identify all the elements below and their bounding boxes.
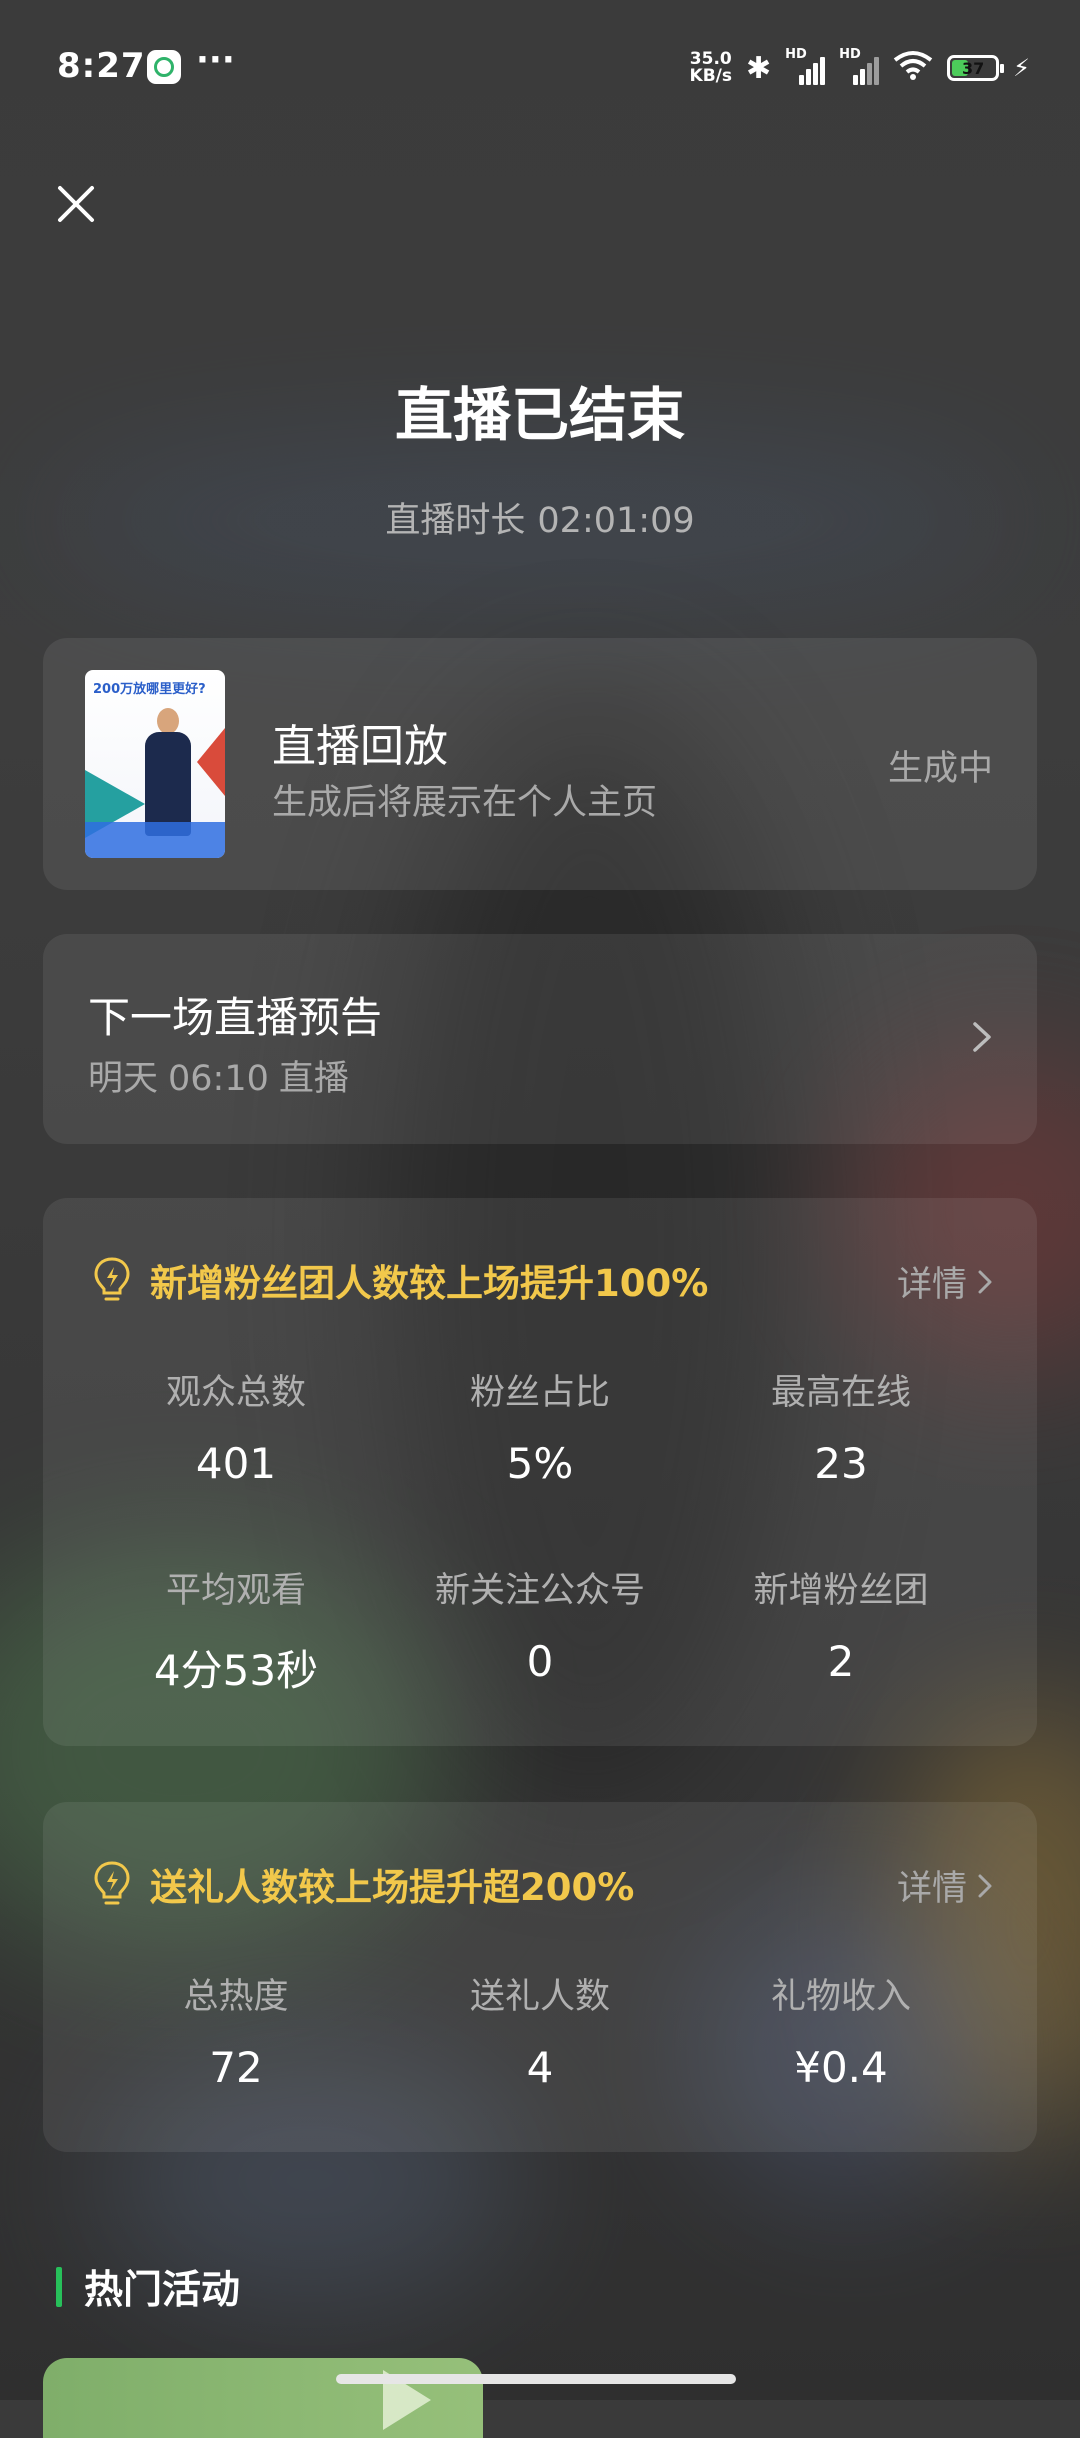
gift-detail-link[interactable]: 详情: [897, 1860, 993, 1911]
battery-icon: 37: [947, 55, 1005, 81]
next-live-title: 下一场直播预告: [88, 993, 383, 1042]
home-indicator[interactable]: [336, 2374, 736, 2384]
stat-avg-watch: 平均观看 4分53秒: [153, 1571, 319, 1695]
chevron-right-icon: [978, 1270, 992, 1293]
stat-new-fan-club: 新增粉丝团 2: [753, 1571, 929, 1686]
lightbulb-icon: [94, 1257, 130, 1301]
hot-activities-heading: 热门活动: [56, 2262, 240, 2313]
stat-new-followers: 新关注公众号 0: [434, 1571, 645, 1686]
replay-subtitle: 生成后将展示在个人主页: [272, 783, 658, 823]
signal-icon: HD: [785, 47, 826, 85]
page-title: 直播已结束: [394, 381, 685, 449]
stat-total-viewers: 观众总数 401: [165, 1373, 306, 1488]
charging-icon: ⚡: [1013, 54, 1030, 82]
stat-gift-income: 礼物收入 ¥0.4: [770, 1977, 911, 2092]
replay-title: 直播回放: [272, 721, 448, 772]
app-notification-icon: [147, 50, 181, 84]
close-icon: [58, 186, 94, 222]
gift-tip: 送礼人数较上场提升超200%: [92, 1854, 634, 1914]
stat-total-heat: 总热度 72: [183, 1977, 289, 2092]
next-live-card[interactable]: 下一场直播预告 明天 06:10 直播: [43, 934, 1037, 1144]
lightbulb-icon: [94, 1861, 130, 1905]
more-notifications-icon: ···: [196, 40, 235, 80]
live-duration: 直播时长 02:01:09: [385, 501, 695, 541]
clock: 8:27: [57, 46, 146, 86]
close-button[interactable]: [44, 172, 108, 236]
gift-stats-card: 送礼人数较上场提升超200% 详情 总热度 72 送礼人数 4 礼物收入 ¥0.…: [43, 1802, 1037, 2152]
chevron-right-icon: [978, 1874, 992, 1897]
stat-peak-online: 最高在线 23: [770, 1373, 911, 1488]
stats-detail-link[interactable]: 详情: [897, 1256, 993, 1307]
chevron-right-icon: [973, 1022, 991, 1052]
replay-thumbnail: 200万放哪里更好?: [85, 670, 225, 858]
replay-status: 生成中: [887, 749, 993, 789]
stat-gift-senders: 送礼人数 4: [469, 1977, 610, 2092]
wifi-icon: [893, 50, 933, 86]
system-icons: 35.0 KB/s ✱ HD HD 37 ⚡: [689, 47, 1030, 88]
stats-tip: 新增粉丝团人数较上场提升100%: [92, 1250, 708, 1310]
status-bar: 8:27 ··· 35.0 KB/s ✱ HD HD 37 ⚡: [0, 0, 1080, 140]
replay-card[interactable]: 200万放哪里更好? 直播回放 生成后将展示在个人主页 生成中: [43, 638, 1037, 890]
stat-fan-ratio: 粉丝占比 5%: [469, 1373, 610, 1488]
network-speed: 35.0 KB/s: [689, 49, 732, 86]
bluetooth-icon: ✱: [746, 50, 772, 86]
presenter-figure: [145, 708, 191, 836]
next-live-time: 明天 06:10 直播: [88, 1059, 349, 1099]
signal-icon: HD: [839, 47, 880, 85]
live-stats-card: 新增粉丝团人数较上场提升100% 详情 观众总数 401 粉丝占比 5% 最高在…: [43, 1198, 1037, 1746]
activity-banner[interactable]: [43, 2358, 483, 2438]
